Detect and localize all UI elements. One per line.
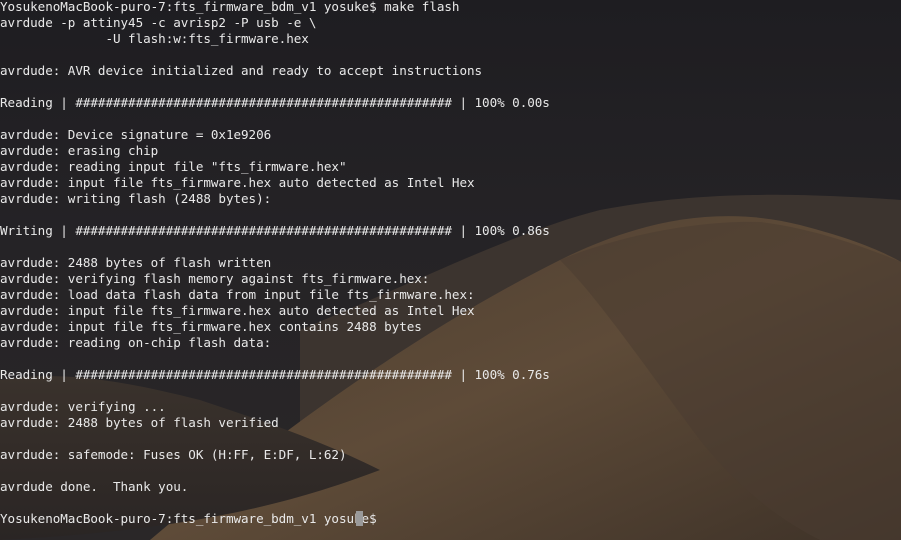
terminal-line: avrdude: writing flash (2488 bytes): <box>0 191 272 206</box>
terminal-cursor <box>356 511 363 526</box>
terminal-line: avrdude: 2488 bytes of flash written <box>0 255 272 270</box>
terminal-line: avrdude: input file fts_firmware.hex aut… <box>0 303 475 318</box>
terminal-line: avrdude: reading input file "fts_firmwar… <box>0 159 347 174</box>
terminal-line: avrdude: reading on-chip flash data: <box>0 335 272 350</box>
terminal-line: avrdude: 2488 bytes of flash verified <box>0 415 279 430</box>
terminal-line: avrdude done. Thank you. <box>0 479 189 494</box>
terminal-line: avrdude: input file fts_firmware.hex con… <box>0 319 422 334</box>
terminal-line: -U flash:w:fts_firmware.hex <box>0 31 309 46</box>
terminal-line: Reading | ##############################… <box>0 95 550 110</box>
terminal-line: avrdude -p attiny45 -c avrisp2 -P usb -e… <box>0 15 317 30</box>
terminal-line: YosukenoMacBook-puro-7:fts_firmware_bdm_… <box>0 0 460 14</box>
terminal-line: avrdude: AVR device initialized and read… <box>0 63 483 78</box>
terminal-line: avrdude: input file fts_firmware.hex aut… <box>0 175 475 190</box>
terminal-line: avrdude: Device signature = 0x1e9206 <box>0 127 272 142</box>
terminal-line: avrdude: verifying ... <box>0 399 166 414</box>
terminal-window[interactable]: YosukenoMacBook-puro-7:fts_firmware_bdm_… <box>0 0 901 540</box>
terminal-line: Reading | ##############################… <box>0 367 550 382</box>
terminal-line: YosukenoMacBook-puro-7:fts_firmware_bdm_… <box>0 511 385 526</box>
terminal-line: avrdude: verifying flash memory against … <box>0 271 430 286</box>
terminal-line: Writing | ##############################… <box>0 223 550 238</box>
terminal-line: avrdude: load data flash data from input… <box>0 287 475 302</box>
terminal-line: avrdude: erasing chip <box>0 143 159 158</box>
terminal-line: avrdude: safemode: Fuses OK (H:FF, E:DF,… <box>0 447 347 462</box>
